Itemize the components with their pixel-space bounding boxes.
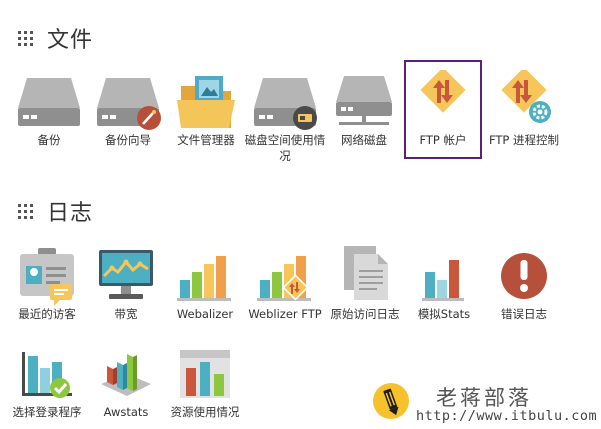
logs-section-title: 日志: [47, 201, 94, 226]
tile-label: 磁盘空间使用情况: [244, 133, 326, 163]
tile-label: FTP 进程控制: [488, 133, 560, 147]
files-section-header: 文件: [18, 22, 93, 54]
bar-chart-icon: [166, 246, 244, 306]
tile-label: 原始访问日志: [330, 307, 400, 321]
tile-label: 备份: [37, 133, 61, 147]
tile-label: Awstats: [103, 405, 149, 419]
tile-label: Weblizer FTP: [248, 307, 322, 321]
awstats-icon: [87, 344, 165, 404]
tile-label: FTP 帐户: [419, 133, 467, 147]
resource-usage-icon: [166, 344, 244, 404]
network-drive-icon: [325, 72, 403, 132]
visitors-icon: [8, 246, 86, 306]
tile-label: 文件管理器: [177, 133, 235, 147]
analog-stats-icon: [405, 246, 483, 306]
logs-section-header: 日志: [18, 195, 93, 227]
files-section-title: 文件: [47, 28, 94, 53]
tile-label: 网络磁盘: [341, 133, 387, 147]
drag-handle-icon[interactable]: [18, 203, 33, 219]
choose-log-program-icon: [8, 344, 86, 404]
folder-icon: [167, 72, 245, 132]
bar-chart-ftp-icon: [246, 246, 324, 306]
watermark-url: http://www.itbulu.com: [416, 408, 598, 424]
watermark: 老蒋部落 http://www.itbulu.com: [372, 380, 597, 428]
tile-label: 备份向导: [105, 133, 151, 147]
hard-drive-icon: [10, 72, 88, 132]
tile-label: 带宽: [114, 307, 138, 321]
tile-label: 资源使用情况: [170, 405, 240, 419]
tile-label: 模拟Stats: [417, 307, 471, 321]
backup-wizard-icon: [89, 72, 167, 132]
ftp-accounts-icon: [404, 70, 482, 130]
tile-label: 错误日志: [501, 307, 547, 321]
tile-label: Webalizer: [176, 307, 234, 321]
tile-label: 最近的访客: [18, 307, 76, 321]
pencil-logo-icon: [373, 383, 409, 419]
raw-log-document-icon: [326, 244, 404, 304]
drag-handle-icon[interactable]: [18, 30, 33, 46]
ftp-session-control-icon: [485, 70, 563, 130]
error-icon: [485, 246, 563, 306]
bandwidth-monitor-icon: [87, 246, 165, 306]
disk-usage-icon: [246, 72, 324, 132]
tile-label: 选择登录程序: [12, 405, 82, 419]
